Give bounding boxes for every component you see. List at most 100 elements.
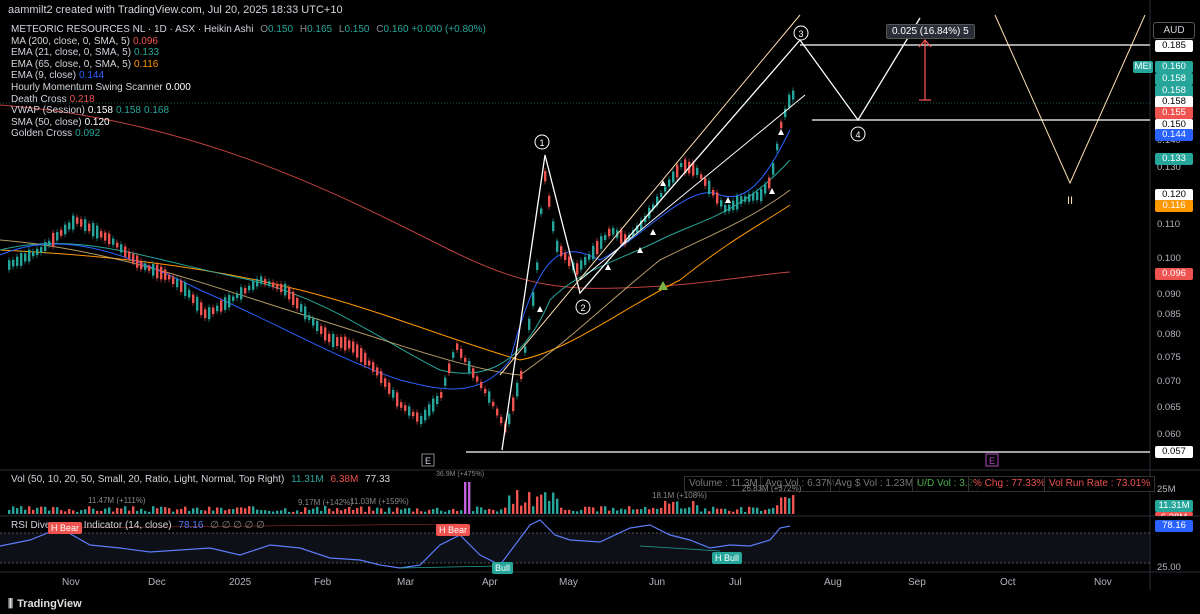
time-axis-label[interactable]: May	[559, 577, 578, 588]
tradingview-logo[interactable]: ⫼ TradingView	[8, 598, 82, 611]
time-axis-label[interactable]: Oct	[1000, 577, 1016, 588]
volume-bar	[168, 508, 171, 514]
volume-bar	[612, 507, 615, 514]
legend-row[interactable]: Death Cross 0.218	[11, 94, 486, 106]
high-value: 0.165	[307, 24, 333, 35]
close-value: 0.160	[383, 24, 409, 35]
volume-bar	[524, 502, 527, 514]
measure-label[interactable]: 0.025 (16.84%) 5	[886, 24, 975, 39]
candle-body	[496, 408, 499, 416]
volume-bar	[540, 494, 543, 514]
stat-pct-chg: % Chg : 77.33%	[968, 476, 1051, 492]
sma50-line	[0, 189, 791, 376]
candle-body	[260, 276, 263, 284]
indicator-legend[interactable]: METEORIC RESOURCES NL · 1D · ASX · Heiki…	[11, 24, 486, 140]
volume-bar	[664, 500, 667, 514]
legend-row[interactable]: SMA (50, close) 0.120	[11, 117, 486, 129]
volume-bar	[104, 508, 107, 514]
legend-row[interactable]: Hourly Momentum Swing Scanner 0.000	[11, 82, 486, 94]
candle-body	[16, 256, 19, 266]
volume-bar	[272, 511, 275, 514]
volume-bar	[472, 511, 475, 514]
signal-markers	[537, 129, 784, 312]
time-axis-label[interactable]: Jun	[649, 577, 665, 588]
time-axis-label[interactable]: Mar	[397, 577, 414, 588]
volume-bar	[500, 509, 503, 514]
price-badge-0185: 0.185	[1155, 40, 1193, 52]
time-axis-label[interactable]: Jul	[729, 577, 742, 588]
candle-body	[292, 291, 295, 306]
volume-bar	[52, 506, 55, 514]
candle-body	[48, 240, 51, 246]
time-axis-label[interactable]: Aug	[824, 577, 842, 588]
candle-body	[748, 194, 751, 202]
wave-label-2[interactable]: 2	[575, 299, 591, 315]
symbol-row[interactable]: METEORIC RESOURCES NL · 1D · ASX · Heiki…	[11, 24, 486, 36]
volume-bar	[24, 509, 27, 514]
volume-bar	[464, 482, 467, 514]
time-axis-label[interactable]: Apr	[482, 577, 498, 588]
time-axis-label[interactable]: Sep	[908, 577, 926, 588]
candle-body	[668, 179, 671, 187]
candle-body	[108, 233, 111, 245]
wave-label-4[interactable]: 4	[850, 126, 866, 142]
volume-bar	[140, 508, 143, 514]
volume-bar	[172, 511, 175, 514]
wave-label-1[interactable]: 1	[534, 134, 550, 150]
price-badge: 0.144	[1155, 129, 1193, 141]
candle-body	[408, 406, 411, 416]
candle-body	[80, 219, 83, 227]
volume-bar	[508, 495, 511, 514]
legend-row[interactable]: EMA (65, close, 0, SMA, 5) 0.116	[11, 59, 486, 71]
time-axis-label[interactable]: Nov	[1094, 577, 1112, 588]
legend-value: 0.158	[87, 105, 113, 117]
candle-body	[264, 278, 267, 285]
volume-bar	[708, 511, 711, 514]
volume-bar	[364, 511, 367, 514]
wave-label-ii[interactable]: II	[1067, 195, 1073, 207]
candle-body	[200, 302, 203, 316]
volume-bar	[692, 501, 695, 514]
legend-label: EMA (9, close)	[11, 70, 77, 82]
svg-text:0.070: 0.070	[1157, 376, 1181, 387]
legend-row[interactable]: EMA (21, close, 0, SMA, 5) 0.133	[11, 47, 486, 59]
volume-bar	[100, 510, 103, 514]
symbol-title[interactable]: METEORIC RESOURCES NL · 1D · ASX · Heiki…	[11, 24, 253, 35]
volume-legend[interactable]: Vol (50, 10, 20, 50, Small, 20, Ratio, L…	[11, 474, 390, 485]
volume-bar	[124, 506, 127, 514]
volume-bar	[196, 507, 199, 514]
time-axis-label[interactable]: 2025	[229, 577, 251, 588]
time-axis-label[interactable]: Feb	[314, 577, 331, 588]
legend-row[interactable]: Golden Cross 0.092	[11, 128, 486, 140]
time-axis-label[interactable]: Nov	[62, 577, 80, 588]
volume-spike-label: 26.83M (+372%)	[742, 484, 802, 493]
volume-bar	[160, 506, 163, 514]
earnings-marker[interactable]: E	[985, 453, 999, 467]
svg-text:0.075: 0.075	[1157, 352, 1181, 363]
candle-body	[672, 171, 675, 183]
volume-bar	[360, 506, 363, 514]
volume-bar	[428, 509, 431, 514]
time-axis-label[interactable]: Dec	[148, 577, 166, 588]
volume-bar	[680, 508, 683, 514]
currency-button[interactable]: AUD	[1153, 22, 1195, 39]
legend-row[interactable]: MA (200, close, 0, SMA, 5) 0.096	[11, 36, 486, 48]
candle-body	[172, 276, 175, 285]
wave-label-3[interactable]: 3	[793, 25, 809, 41]
legend-row[interactable]: VWAP (Session) 0.158 0.158 0.168	[11, 105, 486, 117]
candle-body	[244, 287, 247, 294]
candle-body	[116, 242, 119, 248]
volume-bar	[656, 508, 659, 514]
candle-body	[756, 191, 759, 201]
volume-bar	[72, 510, 75, 514]
earnings-marker[interactable]: E	[421, 453, 435, 467]
volume-bar	[280, 510, 283, 514]
candle-body	[252, 280, 255, 290]
volume-bar	[672, 501, 675, 514]
volume-bar	[744, 511, 747, 514]
volume-bar	[92, 508, 95, 514]
legend-label: Golden Cross	[11, 128, 73, 140]
legend-row[interactable]: EMA (9, close) 0.144	[11, 70, 486, 82]
candle-body	[240, 287, 243, 300]
candle-body	[348, 340, 351, 349]
